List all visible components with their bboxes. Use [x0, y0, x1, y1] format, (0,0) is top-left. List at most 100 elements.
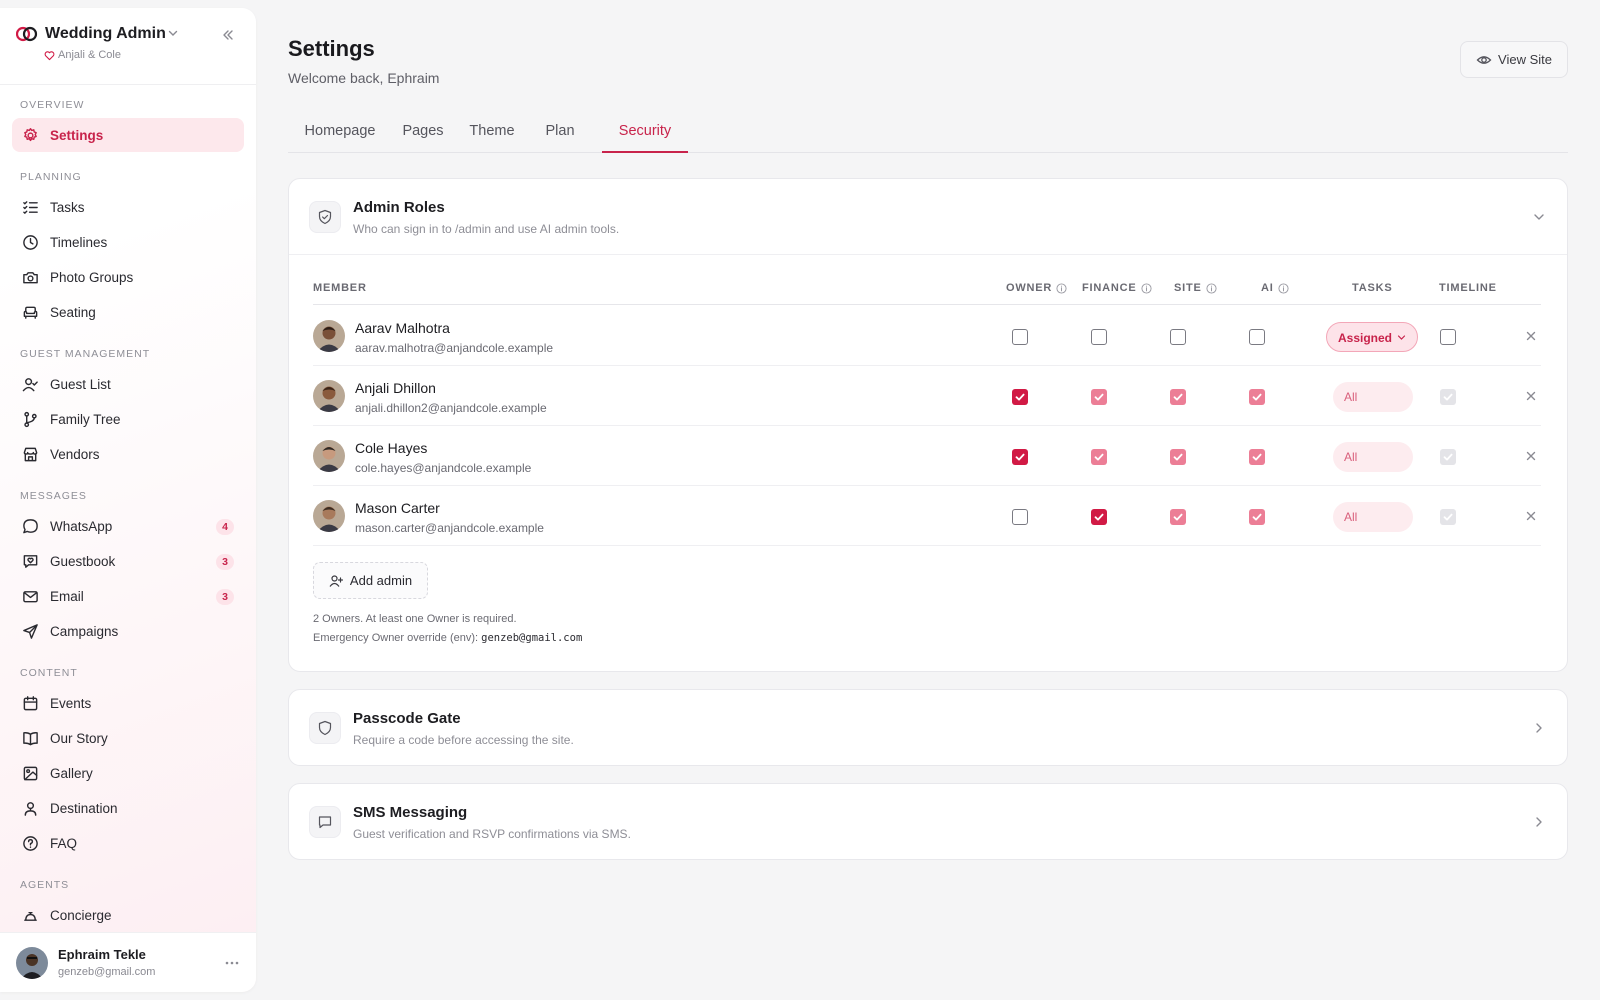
- tab-security[interactable]: Security: [602, 110, 688, 153]
- owner-checkbox[interactable]: [1012, 329, 1028, 345]
- sms-messaging-card[interactable]: SMS Messaging Guest verification and RSV…: [288, 783, 1568, 860]
- calendar-icon: [23, 695, 38, 710]
- ai-checkbox: [1249, 509, 1265, 525]
- unread-count-badge: 3: [216, 554, 234, 570]
- sidebar-item-label: Email: [50, 588, 84, 604]
- sidebar-item-our-story[interactable]: Our Story: [12, 721, 244, 755]
- sidebar-item-vendors[interactable]: Vendors: [12, 437, 244, 471]
- card-title: Admin Roles: [353, 199, 445, 216]
- sidebar-item-faq[interactable]: FAQ: [12, 826, 244, 860]
- divider: [289, 254, 1567, 255]
- finance-checkbox: [1091, 449, 1107, 465]
- sidebar-item-seating[interactable]: Seating: [12, 295, 244, 329]
- send-icon: [23, 623, 38, 639]
- column-header-finance: Finance: [1082, 282, 1152, 294]
- ai-checkbox: [1249, 389, 1265, 405]
- tab-plan[interactable]: Plan: [534, 110, 586, 152]
- column-header-member: Member: [313, 282, 367, 294]
- tasks-scope-badge: All: [1333, 442, 1413, 472]
- more-horizontal-icon[interactable]: [224, 955, 240, 971]
- member-email: aarav.malhotra@anjandcole.example: [355, 341, 554, 355]
- book-icon: [23, 731, 38, 745]
- info-icon[interactable]: [1206, 282, 1217, 294]
- avatar: [313, 320, 345, 352]
- sidebar-item-label: Destination: [50, 800, 118, 816]
- sidebar-item-label: Vendors: [50, 446, 100, 462]
- tab-pages[interactable]: Pages: [392, 110, 454, 152]
- info-icon[interactable]: [1140, 282, 1152, 294]
- column-header-ai: AI: [1261, 282, 1289, 294]
- sidebar-item-destination[interactable]: Destination: [12, 791, 244, 825]
- site-checkbox: [1170, 509, 1186, 525]
- table-row: Cole Hayes cole.hayes@anjandcole.example A…: [313, 426, 1541, 486]
- sidebar-item-label: WhatsApp: [50, 518, 113, 534]
- sidebar-item-concierge[interactable]: Concierge: [12, 898, 244, 932]
- finance-checkbox[interactable]: [1091, 329, 1107, 345]
- gear-icon: [24, 127, 37, 141]
- chevron-right-icon[interactable]: [1531, 814, 1547, 830]
- store-icon: [23, 447, 38, 461]
- user-name: Ephraim Tekle: [58, 947, 146, 962]
- ai-checkbox[interactable]: [1249, 329, 1265, 345]
- owner-checkbox[interactable]: [1012, 509, 1028, 525]
- heart-message-icon: [23, 554, 38, 568]
- sidebar-item-events[interactable]: Events: [12, 686, 244, 720]
- unread-count-badge: 3: [216, 589, 234, 605]
- avatar: [313, 380, 345, 412]
- workspace-switcher[interactable]: Wedding Admin Anjali & Cole: [16, 24, 240, 72]
- sidebar-item-whatsapp[interactable]: WhatsApp 4: [12, 509, 244, 543]
- sidebar-nav: Overview Settings Planning Tasks Timelines Ph…: [12, 92, 244, 933]
- shield-icon: [318, 720, 332, 736]
- sidebar-item-guestbook[interactable]: Guestbook 3: [12, 544, 244, 578]
- sidebar-item-guest-list[interactable]: Guest List: [12, 367, 244, 401]
- timeline-checkbox[interactable]: [1440, 329, 1456, 345]
- site-checkbox[interactable]: [1170, 329, 1186, 345]
- table-row: Mason Carter mason.carter@anjandcole.exam…: [313, 486, 1541, 546]
- tab-theme[interactable]: Theme: [460, 110, 524, 152]
- table-row: Aarav Malhotra aarav.malhotra@anjandcole.…: [313, 306, 1541, 366]
- sidebar-item-photo-groups[interactable]: Photo Groups: [12, 260, 244, 294]
- column-header-timeline: Timeline: [1439, 282, 1497, 294]
- sidebar-item-email[interactable]: Email 3: [12, 579, 244, 613]
- remove-member-icon[interactable]: [1525, 390, 1537, 402]
- user-profile[interactable]: Ephraim Tekle genzeb@gmail.com: [0, 932, 256, 992]
- owner-checkbox[interactable]: [1012, 389, 1028, 405]
- info-icon[interactable]: [1056, 282, 1067, 294]
- info-icon[interactable]: [1278, 282, 1289, 294]
- finance-checkbox[interactable]: [1091, 509, 1107, 525]
- owners-note: 2 Owners. At least one Owner is required…: [313, 613, 517, 625]
- chevron-down-icon: [1397, 335, 1406, 340]
- chevron-right-icon[interactable]: [1531, 720, 1547, 736]
- collapse-sidebar-icon[interactable]: [220, 27, 236, 43]
- divider: [313, 304, 1541, 305]
- member-email: mason.carter@anjandcole.example: [355, 521, 544, 535]
- chevron-down-icon[interactable]: [1531, 209, 1547, 225]
- add-admin-button[interactable]: Add admin: [313, 562, 428, 599]
- sidebar-item-campaigns[interactable]: Campaigns: [12, 614, 244, 648]
- remove-member-icon[interactable]: [1525, 450, 1537, 462]
- user-plus-icon: [329, 574, 343, 587]
- remove-member-icon[interactable]: [1525, 510, 1537, 522]
- armchair-icon: [23, 306, 38, 319]
- view-site-button[interactable]: View Site: [1460, 41, 1568, 78]
- passcode-gate-card[interactable]: Passcode Gate Require a code before acce…: [288, 689, 1568, 766]
- tasks-scope-badge: All: [1333, 382, 1413, 412]
- sidebar-item-tasks[interactable]: Tasks: [12, 190, 244, 224]
- sidebar-item-label: Events: [50, 695, 92, 711]
- sidebar-item-settings[interactable]: Settings: [12, 118, 244, 152]
- tasks-scope-select[interactable]: Assigned: [1326, 322, 1418, 352]
- page-subtitle: Welcome back, Ephraim: [288, 70, 440, 86]
- remove-member-icon[interactable]: [1525, 330, 1537, 342]
- avatar: [313, 500, 345, 532]
- sidebar-item-timelines[interactable]: Timelines: [12, 225, 244, 259]
- help-circle-icon: [23, 835, 38, 851]
- workspace-title: Wedding Admin: [45, 25, 166, 42]
- sidebar-item-gallery[interactable]: Gallery: [12, 756, 244, 790]
- owner-checkbox[interactable]: [1012, 449, 1028, 465]
- chevron-down-icon: [168, 30, 178, 36]
- add-admin-label: Add admin: [349, 573, 413, 588]
- tab-homepage[interactable]: Homepage: [288, 110, 392, 152]
- map-pin-icon: [24, 801, 37, 816]
- sidebar-item-family-tree[interactable]: Family Tree: [12, 402, 244, 436]
- column-header-tasks: Tasks: [1352, 282, 1393, 294]
